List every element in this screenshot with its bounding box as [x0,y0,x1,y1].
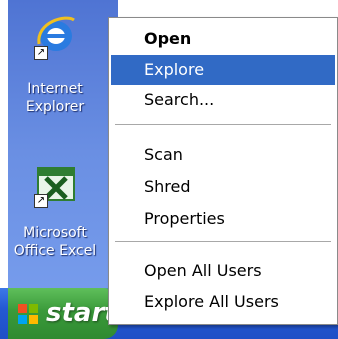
desktop-icon-label-line1: Microsoft [23,225,87,241]
context-menu: Open Explore Search... Scan Shred Proper… [108,17,338,325]
menu-item-explore[interactable]: Explore [111,55,335,85]
shortcut-arrow-icon: ↗ [34,194,48,208]
start-button[interactable]: start [8,288,118,339]
start-label: start [46,298,117,328]
menu-item-open[interactable]: Open [111,24,335,54]
shortcut-arrow-icon: ↗ [34,46,48,60]
menu-item-properties[interactable]: Properties [111,204,335,234]
menu-item-search[interactable]: Search... [111,85,335,115]
menu-separator [115,241,331,243]
menu-item-explore-all-users[interactable]: Explore All Users [111,287,335,317]
menu-item-scan[interactable]: Scan [111,140,335,170]
menu-item-open-all-users[interactable]: Open All Users [111,256,335,286]
desktop-icon-label-line2: Explorer [25,99,85,115]
menu-item-shred[interactable]: Shred [111,172,335,202]
windows-flag-icon [18,304,38,324]
menu-separator [115,124,331,126]
desktop-icon-label-line1: Internet [27,81,83,97]
desktop-icon-label-line2: Office Excel [13,243,97,259]
